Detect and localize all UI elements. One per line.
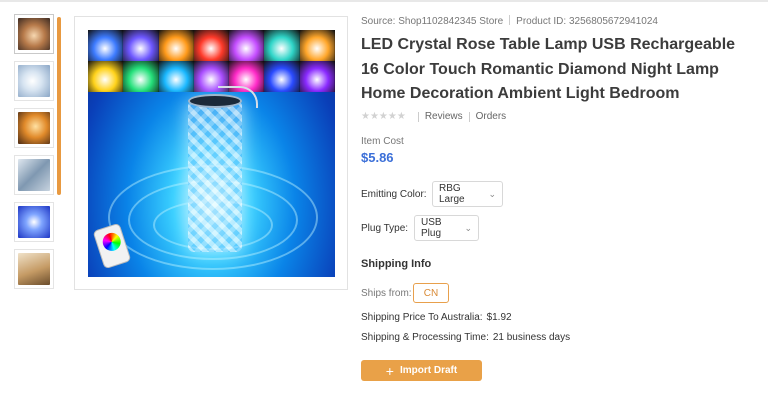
color-swatch xyxy=(88,61,124,92)
rating-divider xyxy=(468,111,470,122)
shipping-price-value: $1.92 xyxy=(486,312,512,323)
color-swatch-row-1 xyxy=(88,30,335,61)
product-meta: Source: Shop1102842345 Store Product ID: … xyxy=(361,15,658,27)
color-swatch xyxy=(158,30,194,61)
emitting-color-value: RBG Large xyxy=(439,183,465,205)
emitting-color-select[interactable]: RBG Large ⌄ xyxy=(432,181,503,207)
reviews-link[interactable]: Reviews xyxy=(425,111,463,122)
plug-type-value: USB Plug xyxy=(421,217,442,239)
shipping-time-label: Shipping & Processing Time: xyxy=(361,332,489,343)
shipping-time-value: 21 business days xyxy=(492,332,571,343)
star-rating-icon: ★★★★★ xyxy=(361,111,406,122)
color-swatch-row-2 xyxy=(88,61,335,92)
color-swatch xyxy=(123,30,159,61)
product-title: LED Crystal Rose Table Lamp USB Recharge… xyxy=(361,36,736,102)
thumbnail-image xyxy=(18,18,50,50)
plug-type-label: Plug Type: xyxy=(361,223,409,234)
thumbnail-4[interactable] xyxy=(14,155,54,195)
chevron-down-icon: ⌄ xyxy=(464,222,472,233)
lamp-top xyxy=(188,94,242,108)
thumbnail-1[interactable] xyxy=(14,14,54,54)
ships-from-label: Ships from: xyxy=(361,288,412,299)
thumbnail-6[interactable] xyxy=(14,249,54,289)
thumbnail-image xyxy=(18,159,50,191)
color-swatch xyxy=(264,30,300,61)
shipping-price-line: Shipping Price To Australia: $1.92 xyxy=(361,312,512,323)
item-cost-label: Item Cost xyxy=(361,136,404,147)
color-swatch xyxy=(264,61,300,92)
orders-link[interactable]: Orders xyxy=(476,111,507,122)
item-price: $5.86 xyxy=(361,150,394,165)
remote-color-pad xyxy=(100,230,124,254)
shipping-info-title: Shipping Info xyxy=(361,258,432,270)
color-swatch xyxy=(229,30,265,61)
product-id: Product ID: 3256805672941024 xyxy=(516,16,658,27)
thumbnail-image xyxy=(18,112,50,144)
thumbnail-scrollbar[interactable] xyxy=(57,17,61,195)
import-draft-button[interactable]: + Import Draft xyxy=(361,360,482,381)
thumbnail-3[interactable] xyxy=(14,108,54,148)
color-swatch xyxy=(88,30,124,61)
ships-from-option-cn[interactable]: CN xyxy=(413,283,449,303)
source-store: Source: Shop1102842345 Store xyxy=(361,16,504,27)
shipping-price-label: Shipping Price To Australia: xyxy=(361,312,483,323)
import-draft-label: Import Draft xyxy=(399,365,458,376)
rating-divider xyxy=(417,111,419,122)
thumbnail-2[interactable] xyxy=(14,61,54,101)
chevron-down-icon: ⌄ xyxy=(488,188,496,199)
plug-type-select[interactable]: USB Plug ⌄ xyxy=(414,215,479,241)
main-image-frame xyxy=(74,16,348,290)
thumbnail-list xyxy=(14,14,56,296)
rating-row: ★★★★★ Reviews Orders xyxy=(361,111,506,122)
emitting-color-label: Emitting Color: xyxy=(361,189,427,200)
color-swatch xyxy=(193,30,230,61)
shipping-time-line: Shipping & Processing Time: 21 business d… xyxy=(361,332,570,343)
crystal-lamp xyxy=(188,102,242,252)
thumbnail-image xyxy=(18,65,50,97)
thumbnail-image xyxy=(18,206,50,238)
plus-icon: + xyxy=(385,362,394,379)
top-divider xyxy=(0,0,768,2)
color-swatch xyxy=(123,61,159,92)
color-swatch xyxy=(158,61,194,92)
thumbnail-5[interactable] xyxy=(14,202,54,242)
color-swatch xyxy=(299,30,335,61)
color-swatch xyxy=(299,61,335,92)
main-product-image[interactable] xyxy=(88,30,335,277)
thumbnail-image xyxy=(18,253,50,285)
meta-divider xyxy=(509,15,511,25)
